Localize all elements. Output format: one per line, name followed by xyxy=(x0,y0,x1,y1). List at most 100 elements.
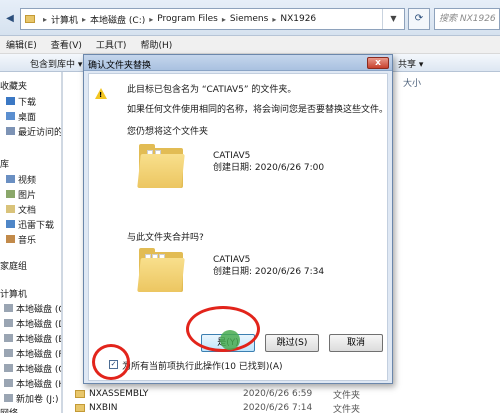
merge-question: 与此文件夹合并吗? xyxy=(127,233,204,243)
sidebar-item-downloads[interactable]: 下载 xyxy=(6,94,36,108)
drive-icon xyxy=(4,364,13,372)
chevron-right-icon[interactable]: ▸ xyxy=(43,15,47,24)
sidebar-item-thunder-downloads[interactable]: 迅雷下载 xyxy=(6,217,54,231)
column-header-size[interactable]: 大小 xyxy=(403,76,421,89)
target-folder-name: CATIAV5 xyxy=(213,255,251,265)
sidebar-item-computer[interactable]: 计算机 xyxy=(0,286,27,300)
skip-button[interactable]: 跳过(S) xyxy=(265,334,319,352)
sidebar-item-label: 家庭组 xyxy=(0,261,28,272)
sidebar-item-label: 文档 xyxy=(18,205,37,216)
pointer-indicator xyxy=(220,330,240,350)
menu-tools[interactable]: 工具(T) xyxy=(96,38,127,51)
dialog-message: 如果任何文件使用相同的名称，将会询问您是否要替换这些文件。 xyxy=(127,105,389,115)
sidebar-item-pictures[interactable]: 图片 xyxy=(6,187,36,201)
sidebar-item-label: 本地磁盘 (E:) xyxy=(16,334,61,345)
chevron-right-icon[interactable]: ▸ xyxy=(222,15,226,24)
drive-icon xyxy=(4,379,13,387)
table-row[interactable]: NXBIN 2020/6/26 7:14 文件夹 xyxy=(63,402,500,413)
source-folder-info: CATIAV5 创建日期: 2020/6/26 7:00 xyxy=(213,150,324,174)
sidebar-item-drive-f[interactable]: 本地磁盘 (F:) xyxy=(4,346,61,360)
sidebar-item-label: 本地磁盘 (H:) xyxy=(16,379,61,390)
sidebar-item-music[interactable]: 音乐 xyxy=(6,232,36,246)
picture-icon xyxy=(6,190,15,198)
address-bar-row: ◀ ▸ 计算机 ▸ 本地磁盘 (C:) ▸ Program Files ▸ Si… xyxy=(0,0,500,36)
sidebar-item-documents[interactable]: 文档 xyxy=(6,202,36,216)
recent-places-icon xyxy=(6,127,15,135)
sidebar-item-drive-h[interactable]: 本地磁盘 (H:) xyxy=(4,376,61,390)
sidebar-item-label: 视频 xyxy=(18,175,37,186)
apply-all-label: 为所有当前项执行此操作(10 已找到)(A) xyxy=(122,362,283,372)
sidebar-item-label: 计算机 xyxy=(0,289,28,300)
sidebar-item-network[interactable]: 网络 xyxy=(0,405,18,413)
breadcrumb-program-files[interactable]: Program Files xyxy=(157,14,218,24)
breadcrumb-computer[interactable]: 计算机 xyxy=(51,13,78,26)
sidebar-item-label: 最近访问的位置 xyxy=(18,127,62,138)
file-date: 2020/6/26 6:59 xyxy=(243,389,313,399)
chevron-right-icon[interactable]: ▸ xyxy=(149,15,153,24)
sidebar-item-libraries[interactable]: 库 xyxy=(0,156,9,170)
sidebar-item-label: 新加卷 (J:) xyxy=(16,394,59,405)
sidebar-item-videos[interactable]: 视频 xyxy=(6,172,36,186)
drive-icon xyxy=(4,334,13,342)
sidebar-item-drive-d[interactable]: 本地磁盘 (D:) xyxy=(4,316,61,330)
address-bar[interactable]: ▸ 计算机 ▸ 本地磁盘 (C:) ▸ Program Files ▸ Siem… xyxy=(20,8,405,30)
sidebar-item-label: 本地磁盘 (C:) xyxy=(16,304,61,315)
sidebar-item-desktop[interactable]: 桌面 xyxy=(6,109,36,123)
sidebar-item-favorites[interactable]: 收藏夹 xyxy=(0,78,27,92)
sidebar-item-label: 迅雷下载 xyxy=(18,220,55,231)
chevron-right-icon[interactable]: ▸ xyxy=(272,15,276,24)
breadcrumb-nx1926[interactable]: NX1926 xyxy=(280,14,316,24)
folder-icon xyxy=(137,248,185,292)
close-button[interactable]: x xyxy=(367,57,389,69)
sidebar-item-label: 音乐 xyxy=(18,235,37,246)
source-folder-name: CATIAV5 xyxy=(213,151,251,161)
desktop-icon xyxy=(6,112,15,120)
sidebar-item-drive-j[interactable]: 新加卷 (J:) xyxy=(4,391,59,405)
table-row[interactable]: NXASSEMBLY 2020/6/26 6:59 文件夹 xyxy=(63,388,500,401)
sidebar-item-label: 本地磁盘 (F:) xyxy=(16,349,61,360)
drive-icon xyxy=(4,394,13,402)
breadcrumb-siemens[interactable]: Siemens xyxy=(230,14,268,24)
menu-bar: 编辑(E) 查看(V) 工具(T) 帮助(H) xyxy=(0,36,500,54)
sidebar-item-drive-c[interactable]: 本地磁盘 (C:) xyxy=(4,301,61,315)
dialog-message: 此目标已包含名为 “CATIAV5” 的文件夹。 xyxy=(127,85,297,95)
sidebar-item-drive-e[interactable]: 本地磁盘 (E:) xyxy=(4,331,61,345)
file-name: NXASSEMBLY xyxy=(89,389,149,399)
drive-icon xyxy=(4,304,13,312)
folder-icon xyxy=(75,390,85,398)
download-icon xyxy=(6,97,15,105)
sidebar-item-homegroup[interactable]: 家庭组 xyxy=(0,258,27,272)
dialog-title-bar[interactable]: 确认文件夹替换 x xyxy=(84,55,392,71)
highlight-circle xyxy=(92,344,130,380)
sidebar-item-label: 收藏夹 xyxy=(0,81,28,92)
sidebar-item-drive-g[interactable]: 本地磁盘 (G:) xyxy=(4,361,61,375)
share-button[interactable]: 共享 ▾ xyxy=(398,57,423,70)
dialog-title: 确认文件夹替换 xyxy=(88,61,152,71)
search-input[interactable]: 搜索 NX1926 xyxy=(434,8,500,30)
sidebar-item-label: 图片 xyxy=(18,190,37,201)
back-arrow-icon[interactable]: ◀ xyxy=(3,12,17,26)
thunder-icon xyxy=(6,220,15,228)
target-folder-date: 创建日期: 2020/6/26 7:34 xyxy=(213,267,325,277)
include-in-library-button[interactable]: 包含到库中 ▾ xyxy=(30,57,82,70)
drive-icon xyxy=(4,319,13,327)
warning-icon: ! xyxy=(99,91,103,99)
file-type: 文件夹 xyxy=(333,404,361,413)
file-date: 2020/6/26 7:14 xyxy=(243,403,313,413)
folder-icon xyxy=(75,404,85,412)
menu-help[interactable]: 帮助(H) xyxy=(140,38,172,51)
cancel-button[interactable]: 取消 xyxy=(329,334,383,352)
refresh-button[interactable]: ⟳ xyxy=(408,8,430,30)
chevron-right-icon[interactable]: ▸ xyxy=(82,15,86,24)
menu-edit[interactable]: 编辑(E) xyxy=(6,38,37,51)
sidebar-item-recent[interactable]: 最近访问的位置 xyxy=(6,124,62,138)
chevron-down-icon[interactable]: ▼ xyxy=(382,9,404,29)
source-folder-date: 创建日期: 2020/6/26 7:00 xyxy=(213,163,325,173)
breadcrumb-c-drive[interactable]: 本地磁盘 (C:) xyxy=(90,13,145,26)
file-type: 文件夹 xyxy=(333,390,361,401)
sidebar-item-label: 下载 xyxy=(18,97,37,108)
sidebar-item-label: 桌面 xyxy=(18,112,37,123)
dialog-message: 您仍想将这个文件夹 xyxy=(127,127,209,137)
document-icon xyxy=(6,205,15,213)
menu-view[interactable]: 查看(V) xyxy=(51,38,82,51)
